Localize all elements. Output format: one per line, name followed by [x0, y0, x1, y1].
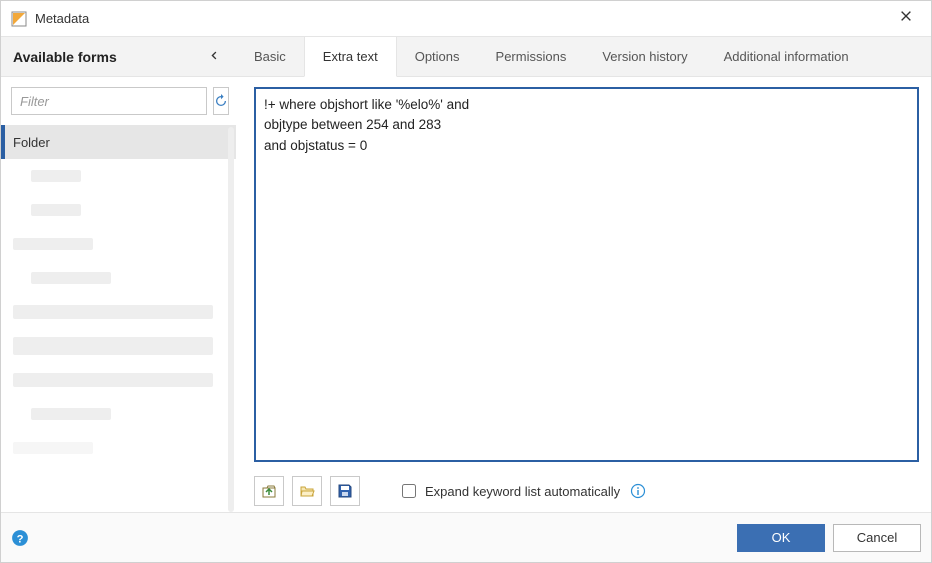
- placeholder: [31, 204, 81, 216]
- forms-list: Folder: [1, 125, 236, 512]
- available-forms-label: Available forms: [13, 49, 204, 65]
- tab-options[interactable]: Options: [397, 37, 478, 76]
- placeholder: [31, 170, 81, 182]
- tab-basic[interactable]: Basic: [236, 37, 304, 76]
- refresh-icon: [214, 94, 228, 108]
- tab-permissions[interactable]: Permissions: [478, 37, 585, 76]
- ok-button[interactable]: OK: [737, 524, 825, 552]
- refresh-button[interactable]: [213, 87, 229, 115]
- tab-version-history[interactable]: Version history: [584, 37, 705, 76]
- placeholder: [13, 238, 93, 250]
- list-item-folder[interactable]: Folder: [1, 125, 236, 159]
- expand-keyword-checkbox-wrap: Expand keyword list automatically: [398, 481, 646, 501]
- close-icon: [899, 9, 913, 23]
- placeholder: [13, 373, 213, 387]
- collapse-sidebar-button[interactable]: [204, 49, 224, 64]
- list-item[interactable]: [1, 261, 236, 295]
- header-row: Available forms Basic Extra text Options…: [1, 37, 931, 77]
- filter-row: [1, 87, 236, 125]
- body: Folder !+ where objshort like '%elo%' an…: [1, 77, 931, 512]
- main-panel: !+ where objshort like '%elo%' and objty…: [236, 77, 931, 512]
- footer: ? OK Cancel: [1, 512, 931, 562]
- placeholder: [13, 305, 213, 319]
- list-item[interactable]: [1, 329, 236, 363]
- expand-keyword-label: Expand keyword list automatically: [425, 484, 620, 499]
- list-item[interactable]: [1, 193, 236, 227]
- placeholder: [31, 408, 111, 420]
- tab-extra-text[interactable]: Extra text: [304, 37, 397, 77]
- list-item-label: Folder: [13, 135, 50, 150]
- save-icon: [337, 483, 353, 499]
- load-text-button[interactable]: [254, 476, 284, 506]
- forms-header: Available forms: [1, 37, 236, 76]
- close-button[interactable]: [891, 9, 921, 28]
- sidebar-scrollbar[interactable]: [228, 127, 234, 512]
- app-icon: [11, 11, 27, 27]
- chevron-left-icon: [209, 50, 220, 61]
- list-item[interactable]: [1, 363, 236, 397]
- cancel-button[interactable]: Cancel: [833, 524, 921, 552]
- editor-toolbar: Expand keyword list automatically: [254, 476, 919, 506]
- info-icon[interactable]: [630, 483, 646, 499]
- folder-open-icon: [299, 483, 315, 499]
- load-icon: [261, 483, 277, 499]
- sidebar: Folder: [1, 77, 236, 512]
- save-button[interactable]: [330, 476, 360, 506]
- placeholder: [31, 272, 111, 284]
- open-file-button[interactable]: [292, 476, 322, 506]
- tab-additional-information[interactable]: Additional information: [706, 37, 867, 76]
- extra-text-editor[interactable]: !+ where objshort like '%elo%' and objty…: [254, 87, 919, 462]
- window-title: Metadata: [35, 11, 891, 26]
- placeholder: [13, 337, 213, 355]
- filter-input[interactable]: [11, 87, 207, 115]
- titlebar: Metadata: [1, 1, 931, 37]
- help-button[interactable]: ?: [11, 529, 29, 547]
- list-item[interactable]: [1, 397, 236, 431]
- tabs: Basic Extra text Options Permissions Ver…: [236, 37, 931, 76]
- list-item[interactable]: [1, 431, 236, 465]
- svg-text:?: ?: [17, 533, 24, 545]
- list-item[interactable]: [1, 227, 236, 261]
- list-item[interactable]: [1, 159, 236, 193]
- expand-keyword-checkbox[interactable]: [402, 484, 416, 498]
- list-item[interactable]: [1, 295, 236, 329]
- placeholder: [13, 442, 93, 454]
